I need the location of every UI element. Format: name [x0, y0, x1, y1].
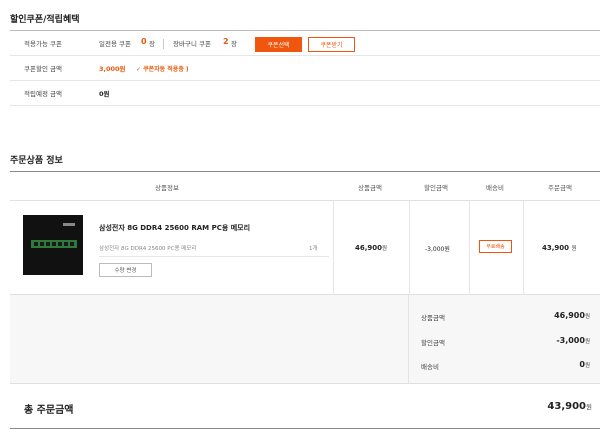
divider [408, 295, 409, 383]
brand-logo [63, 223, 75, 226]
coupon-discount-row: 쿠폰할인 금액 3,000원 ✓ 쿠폰자동 적용중 ) [10, 56, 600, 81]
change-quantity-button[interactable]: 수량 변경 [99, 263, 152, 277]
divider [523, 201, 524, 294]
header-product: 상품정보 [155, 184, 179, 192]
total-order-row: 총 주문금액 43,900원 [10, 385, 600, 429]
summary-shipping-label: 배송비 [421, 363, 439, 371]
divider [99, 256, 329, 257]
summary-discount-label: 할인금액 [421, 339, 445, 347]
auto-coupon-note: ✓ 쿠폰자동 적용중 ) [136, 65, 189, 73]
order-section-title: 주문상품 정보 [10, 156, 63, 166]
cart-coupon-label: 장바구니 쿠폰 [173, 40, 211, 48]
total-order-label: 총 주문금액 [24, 405, 74, 416]
divider [469, 201, 470, 294]
header-discount: 할인금액 [424, 184, 448, 192]
product-option: 삼성전자 8G DDR4 25600 PC용 메모리 [99, 246, 197, 252]
summary-shipping-amount: 0원 [579, 360, 590, 369]
ram-chips [34, 242, 74, 246]
cart-coupon-unit: 장 [231, 40, 237, 48]
product-price: 46,900원 [355, 244, 388, 252]
table-row: 삼성전자 8G DDR4 25600 RAM PC용 메모리 삼성전자 8G D… [10, 201, 600, 295]
points-label: 적립예정 금액 [24, 90, 62, 98]
select-coupon-button[interactable]: 쿠폰선택 [255, 37, 302, 52]
divider [409, 201, 410, 294]
store-coupon-count: 0 [141, 37, 147, 46]
product-image[interactable] [23, 215, 83, 275]
points-row: 적립예정 금액 0원 [10, 81, 600, 106]
header-shipping: 배송비 [486, 184, 504, 192]
points-amount: 0원 [99, 90, 110, 98]
order-table: 상품정보 상품금액 할인금액 배송비 주문금액 삼성전자 8G DDR4 256… [10, 171, 600, 295]
product-quantity: 1개 [309, 246, 318, 252]
product-order-amount: 43,900 원 [542, 244, 577, 252]
store-coupon-label: 일전용 쿠폰 [99, 40, 131, 48]
divider [163, 39, 164, 49]
total-order-amount: 43,900원 [547, 401, 592, 412]
free-shipping-badge: 무료배송 [479, 240, 512, 253]
price-summary: 상품금액 46,900원 할인금액 -3,000원 배송비 0원 [10, 295, 600, 384]
header-price: 상품금액 [358, 184, 382, 192]
summary-discount-amount: -3,000원 [556, 336, 590, 345]
coupon-table: 적용가능 쿠폰 일전용 쿠폰 0 장 장바구니 쿠폰 2 장 쿠폰선택 쿠폰받기… [10, 30, 600, 106]
coupon-discount-label: 쿠폰할인 금액 [24, 65, 62, 73]
coupon-section-title: 할인쿠폰/적립혜택 [10, 15, 80, 25]
divider [333, 201, 334, 294]
available-coupon-label: 적용가능 쿠폰 [24, 40, 62, 48]
store-coupon-unit: 장 [149, 40, 155, 48]
product-discount: -3,000원 [425, 246, 450, 253]
product-name[interactable]: 삼성전자 8G DDR4 25600 RAM PC용 메모리 [99, 223, 250, 233]
table-header: 상품정보 상품금액 할인금액 배송비 주문금액 [10, 172, 600, 201]
receive-coupon-button[interactable]: 쿠폰받기 [308, 37, 355, 52]
coupon-discount-amount: 3,000원 [99, 65, 126, 73]
summary-product-amount: 46,900원 [554, 311, 590, 320]
available-coupon-row: 적용가능 쿠폰 일전용 쿠폰 0 장 장바구니 쿠폰 2 장 쿠폰선택 쿠폰받기 [10, 31, 600, 56]
cart-coupon-count: 2 [223, 37, 229, 46]
header-order-amount: 주문금액 [548, 184, 572, 192]
summary-product-label: 상품금액 [421, 314, 445, 322]
